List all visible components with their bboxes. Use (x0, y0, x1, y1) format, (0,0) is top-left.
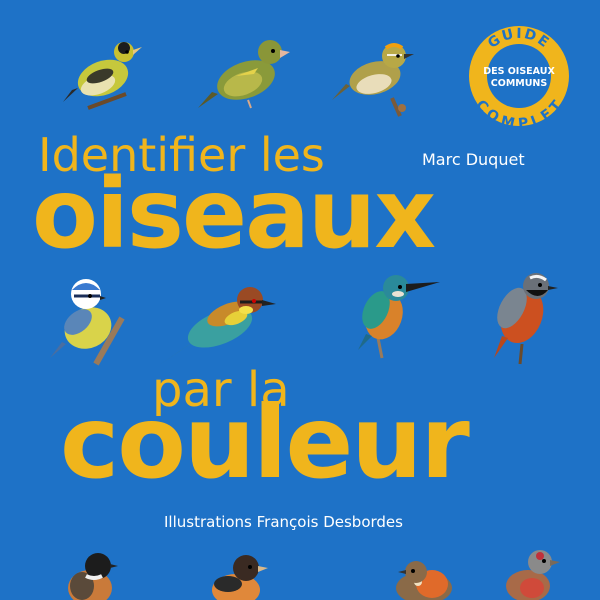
robin-illustration (396, 561, 452, 600)
greenfinch-illustration (198, 40, 290, 109)
blue-tit-illustration (50, 279, 125, 366)
badge-middle-line1: DES OISEAUX (483, 66, 555, 77)
firecrest-illustration (332, 43, 414, 117)
linnet-illustration (506, 550, 560, 600)
author-name: Marc Duquet (422, 150, 525, 169)
brambling-illustration (212, 555, 268, 600)
siskin-illustration (63, 42, 142, 110)
kingfisher-illustration (358, 275, 440, 359)
stonechat-illustration (68, 553, 118, 600)
title-line-4: couleur (60, 384, 470, 501)
redstart-illustration (494, 273, 558, 365)
guide-badge: GUIDE COMPLET DES OISEAUX COMMUNS (469, 26, 569, 128)
title-line-2: oiseaux (32, 158, 436, 270)
bee-eater-illustration (158, 287, 276, 366)
illustrator-credit: Illustrations François Desbordes (164, 513, 403, 531)
badge-middle-line2: COMMUNS (491, 78, 548, 89)
book-cover: GUIDE COMPLET DES OISEAUX COMMUNS Identi… (0, 0, 600, 600)
